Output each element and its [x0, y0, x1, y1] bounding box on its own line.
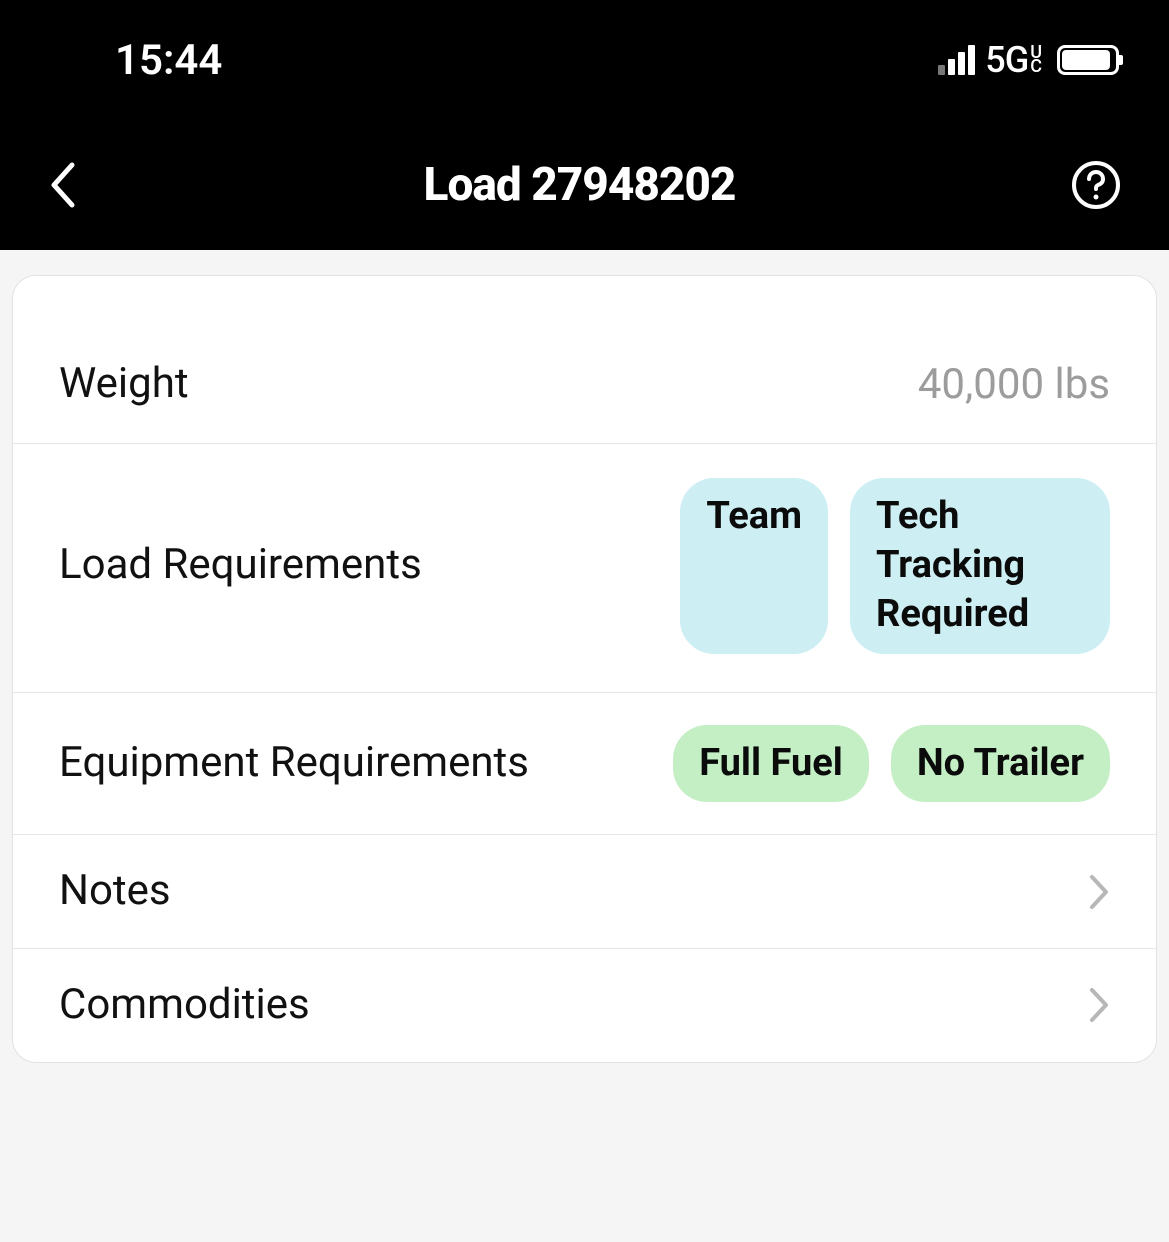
chevron-right-icon: [1088, 986, 1110, 1024]
help-button[interactable]: [1071, 160, 1121, 210]
content-area: Weight 40,000 lbs Load Requirements Team…: [0, 250, 1169, 1075]
chevron-right-icon: [1088, 873, 1110, 911]
network-type: 5G U C: [985, 39, 1041, 81]
weight-row: Weight 40,000 lbs: [13, 276, 1156, 444]
tag-team: Team: [680, 478, 828, 654]
battery-icon: [1057, 45, 1119, 75]
status-time: 15:44: [115, 36, 222, 85]
status-indicators: 5G U C: [938, 39, 1119, 81]
load-details-card: Weight 40,000 lbs Load Requirements Team…: [12, 275, 1157, 1063]
weight-label: Weight: [59, 356, 189, 413]
load-requirements-tags: Team Tech Tracking Required: [680, 478, 1110, 654]
question-circle-icon: [1071, 160, 1121, 210]
load-requirements-row: Load Requirements Team Tech Tracking Req…: [13, 444, 1156, 693]
notes-row[interactable]: Notes: [13, 835, 1156, 949]
cellular-signal-icon: [938, 45, 975, 75]
tag-tech-tracking: Tech Tracking Required: [850, 478, 1110, 654]
equipment-requirements-tags: Full Fuel No Trailer: [673, 725, 1110, 802]
equipment-requirements-row: Equipment Requirements Full Fuel No Trai…: [13, 693, 1156, 835]
load-requirements-label: Load Requirements: [59, 537, 422, 594]
status-bar: 15:44 5G U C: [0, 0, 1169, 120]
notes-label: Notes: [59, 863, 171, 920]
tag-no-trailer: No Trailer: [891, 725, 1110, 802]
tag-full-fuel: Full Fuel: [673, 725, 869, 802]
navigation-bar: Load 27948202: [0, 120, 1169, 250]
equipment-requirements-label: Equipment Requirements: [59, 735, 529, 792]
page-title: Load 27948202: [424, 158, 736, 212]
commodities-row[interactable]: Commodities: [13, 949, 1156, 1062]
commodities-label: Commodities: [59, 977, 310, 1034]
weight-value: 40,000 lbs: [918, 360, 1110, 409]
back-button[interactable]: [48, 161, 88, 209]
chevron-left-icon: [48, 161, 76, 209]
